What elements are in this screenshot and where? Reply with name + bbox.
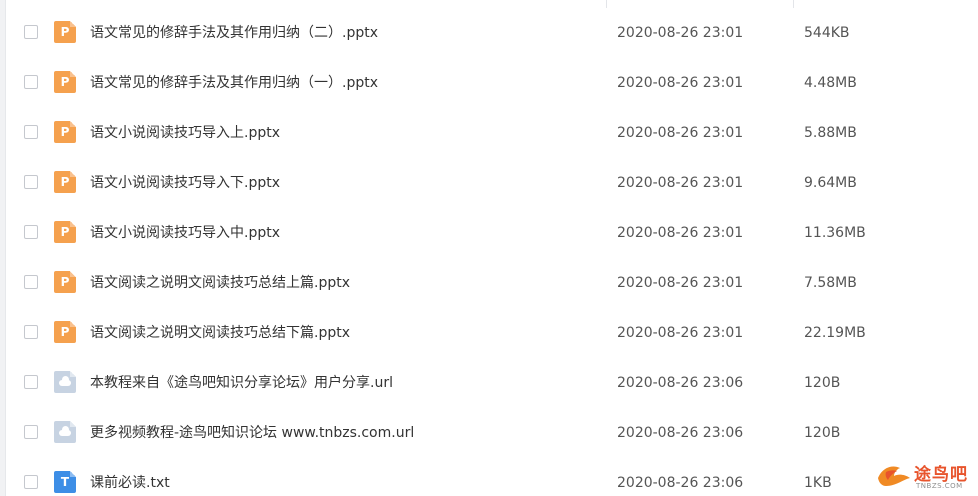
- row-checkbox[interactable]: [24, 125, 38, 139]
- file-name[interactable]: 语文小说阅读技巧导入下.pptx: [90, 158, 280, 208]
- file-name[interactable]: 语文阅读之说明文阅读技巧总结下篇.pptx: [90, 308, 350, 358]
- url-file-icon: [54, 421, 76, 443]
- file-name[interactable]: 本教程来自《途鸟吧知识分享论坛》用户分享.url: [90, 358, 393, 408]
- file-name[interactable]: 课前必读.txt: [90, 458, 170, 496]
- row-checkbox[interactable]: [24, 375, 38, 389]
- cloud-icon: [59, 426, 71, 436]
- column-separator-date[interactable]: [606, 0, 607, 8]
- column-separator-size[interactable]: [793, 0, 794, 8]
- pptx-file-icon: [54, 71, 76, 93]
- file-size: 4.48MB: [804, 75, 857, 91]
- file-list: 语文常见的修辞手法及其作用归纳（二）.pptx 2020-08-26 23:01 5…: [0, 0, 978, 496]
- watermark-domain: TNBZS.COM: [916, 482, 963, 490]
- pptx-file-icon: [54, 121, 76, 143]
- row-checkbox[interactable]: [24, 275, 38, 289]
- file-row[interactable]: 语文小说阅读技巧导入上.pptx 2020-08-26 23:01 5.88MB: [7, 108, 978, 158]
- row-checkbox[interactable]: [24, 475, 38, 489]
- row-checkbox[interactable]: [24, 75, 38, 89]
- row-checkbox[interactable]: [24, 175, 38, 189]
- pptx-file-icon: [54, 171, 76, 193]
- file-size: 120B: [804, 425, 841, 441]
- file-name[interactable]: 语文常见的修辞手法及其作用归纳（一）.pptx: [90, 58, 378, 108]
- file-modified-date: 2020-08-26 23:01: [617, 325, 744, 341]
- row-checkbox[interactable]: [24, 225, 38, 239]
- file-row[interactable]: 本教程来自《途鸟吧知识分享论坛》用户分享.url 2020-08-26 23:06…: [7, 358, 978, 408]
- file-row[interactable]: 语文小说阅读技巧导入下.pptx 2020-08-26 23:01 9.64MB: [7, 158, 978, 208]
- file-row[interactable]: 语文阅读之说明文阅读技巧总结上篇.pptx 2020-08-26 23:01 7.5…: [7, 258, 978, 308]
- row-checkbox[interactable]: [24, 25, 38, 39]
- file-size: 11.36MB: [804, 225, 866, 241]
- pptx-file-icon: [54, 271, 76, 293]
- url-file-icon: [54, 371, 76, 393]
- file-size: 5.88MB: [804, 125, 857, 141]
- file-size: 544KB: [804, 25, 850, 41]
- file-name[interactable]: 语文小说阅读技巧导入中.pptx: [90, 208, 280, 258]
- file-modified-date: 2020-08-26 23:01: [617, 175, 744, 191]
- file-name[interactable]: 更多视频教程-途鸟吧知识论坛 www.tnbzs.com.url: [90, 408, 414, 458]
- file-modified-date: 2020-08-26 23:01: [617, 75, 744, 91]
- file-size: 9.64MB: [804, 175, 857, 191]
- txt-file-icon: [54, 471, 76, 493]
- left-panel-border: [0, 0, 6, 496]
- bird-logo-icon: [878, 466, 910, 486]
- file-name[interactable]: 语文小说阅读技巧导入上.pptx: [90, 108, 280, 158]
- file-modified-date: 2020-08-26 23:01: [617, 225, 744, 241]
- pptx-file-icon: [54, 21, 76, 43]
- file-name[interactable]: 语文常见的修辞手法及其作用归纳（二）.pptx: [90, 8, 378, 58]
- file-row[interactable]: 语文阅读之说明文阅读技巧总结下篇.pptx 2020-08-26 23:01 22.…: [7, 308, 978, 358]
- file-modified-date: 2020-08-26 23:06: [617, 475, 744, 491]
- file-modified-date: 2020-08-26 23:06: [617, 425, 744, 441]
- file-size: 7.58MB: [804, 275, 857, 291]
- row-checkbox[interactable]: [24, 325, 38, 339]
- file-modified-date: 2020-08-26 23:06: [617, 375, 744, 391]
- row-checkbox[interactable]: [24, 425, 38, 439]
- file-modified-date: 2020-08-26 23:01: [617, 125, 744, 141]
- file-size: 120B: [804, 375, 841, 391]
- watermark-logo: 途鸟吧 TNBZS.COM: [870, 456, 974, 494]
- file-row[interactable]: 语文常见的修辞手法及其作用归纳（二）.pptx 2020-08-26 23:01 5…: [7, 8, 978, 58]
- file-size: 1KB: [804, 475, 832, 491]
- pptx-file-icon: [54, 221, 76, 243]
- file-row[interactable]: 更多视频教程-途鸟吧知识论坛 www.tnbzs.com.url 2020-08-…: [7, 408, 978, 458]
- file-row[interactable]: 语文小说阅读技巧导入中.pptx 2020-08-26 23:01 11.36MB: [7, 208, 978, 258]
- cloud-icon: [59, 376, 71, 386]
- file-name[interactable]: 语文阅读之说明文阅读技巧总结上篇.pptx: [90, 258, 350, 308]
- pptx-file-icon: [54, 321, 76, 343]
- file-modified-date: 2020-08-26 23:01: [617, 275, 744, 291]
- file-size: 22.19MB: [804, 325, 866, 341]
- file-row[interactable]: 课前必读.txt 2020-08-26 23:06 1KB: [7, 458, 978, 496]
- file-row[interactable]: 语文常见的修辞手法及其作用归纳（一）.pptx 2020-08-26 23:01 4…: [7, 58, 978, 108]
- file-modified-date: 2020-08-26 23:01: [617, 25, 744, 41]
